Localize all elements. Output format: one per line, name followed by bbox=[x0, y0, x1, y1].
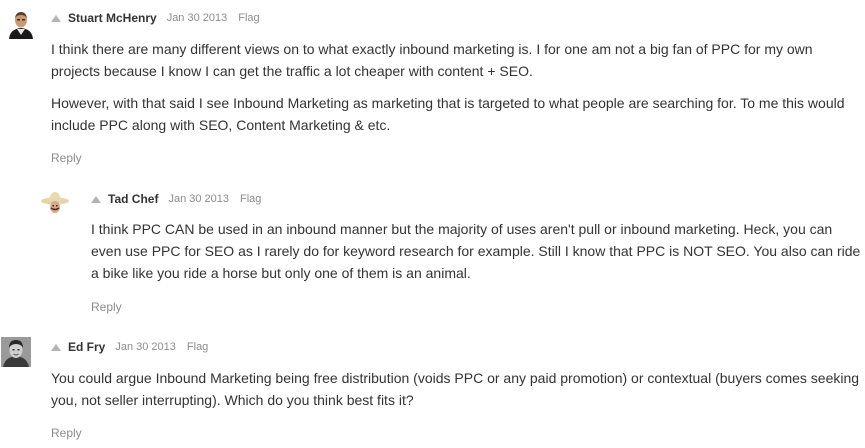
comment-meta: Tad Chef Jan 30 2013 Flag bbox=[91, 192, 261, 206]
reply-link[interactable]: Reply bbox=[51, 151, 82, 165]
comment-paragraph: You could argue Inbound Marketing being … bbox=[51, 370, 860, 408]
flag-link[interactable]: Flag bbox=[240, 193, 261, 205]
comment-author[interactable]: Ed Fry bbox=[68, 340, 105, 354]
comment-date: Jan 30 2013 bbox=[166, 12, 228, 24]
upvote-icon[interactable] bbox=[91, 195, 101, 203]
avatar[interactable] bbox=[1, 337, 31, 367]
comment-stuart-mchenry: Stuart McHenry Jan 30 2013 Flag I think … bbox=[0, 0, 865, 170]
flag-link[interactable]: Flag bbox=[187, 341, 208, 353]
flag-link[interactable]: Flag bbox=[238, 12, 259, 24]
comment-body: I think PPC CAN be used in an inbound ma… bbox=[91, 218, 861, 284]
comment-date: Jan 30 2013 bbox=[115, 341, 176, 353]
upvote-icon[interactable] bbox=[51, 14, 61, 22]
avatar-ed-image bbox=[1, 337, 31, 367]
comment-paragraph: I think PPC CAN be used in an inbound ma… bbox=[91, 221, 861, 281]
comment-meta: Ed Fry Jan 30 2013 Flag bbox=[51, 340, 208, 354]
avatar-stuart-image bbox=[6, 9, 36, 39]
upvote-icon[interactable] bbox=[51, 343, 61, 351]
comment-tad-chef: Tad Chef Jan 30 2013 Flag I think PPC CA… bbox=[0, 180, 865, 320]
comment-body: You could argue Inbound Marketing being … bbox=[51, 367, 863, 411]
comment-paragraph: However, with that said I see Inbound Ma… bbox=[51, 95, 845, 133]
avatar[interactable] bbox=[6, 9, 36, 39]
comment-meta: Stuart McHenry Jan 30 2013 Flag bbox=[51, 11, 260, 25]
reply-link[interactable]: Reply bbox=[51, 426, 82, 440]
avatar[interactable] bbox=[40, 188, 70, 218]
comment-body: I think there are many different views o… bbox=[51, 38, 863, 136]
reply-link[interactable]: Reply bbox=[91, 300, 122, 314]
comment-author[interactable]: Stuart McHenry bbox=[68, 11, 157, 25]
avatar-tad-image bbox=[40, 188, 70, 218]
comment-date: Jan 30 2013 bbox=[168, 193, 230, 205]
comment-ed-fry: Ed Fry Jan 30 2013 Flag You could argue … bbox=[0, 330, 865, 448]
comment-author[interactable]: Tad Chef bbox=[108, 192, 158, 206]
comment-paragraph: I think there are many different views o… bbox=[51, 41, 813, 79]
